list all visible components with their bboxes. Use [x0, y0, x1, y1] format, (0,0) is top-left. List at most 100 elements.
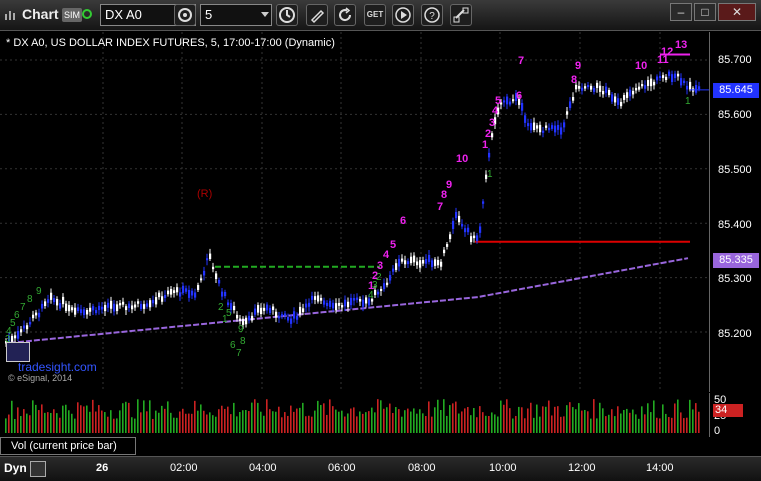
price-tick: 85.400 [718, 219, 752, 231]
price-tick: 85.700 [718, 54, 752, 66]
candle-body [680, 78, 683, 86]
candle-body [668, 71, 671, 76]
volume-bar [182, 408, 184, 433]
volume-bar [164, 408, 166, 433]
candle-body [569, 101, 572, 109]
chevron-down-icon[interactable] [261, 12, 269, 17]
zoom-icon[interactable] [30, 461, 46, 477]
clock-icon[interactable] [276, 4, 298, 26]
volume-bar [98, 405, 100, 433]
volume-bar [32, 400, 34, 433]
volume-bar [506, 399, 508, 433]
volume-bar [239, 411, 241, 433]
candle-body [149, 300, 152, 308]
candle-body [200, 278, 203, 281]
candle-body [224, 291, 227, 297]
candle-body [71, 307, 74, 311]
candle-body [443, 249, 446, 254]
volume-bar [323, 403, 325, 433]
count-label-green: 7 [236, 348, 242, 359]
refresh-icon[interactable] [334, 4, 356, 26]
volume-bar [527, 408, 529, 433]
volume-bar [134, 418, 136, 433]
candle-body [152, 299, 155, 304]
volume-bar [353, 407, 355, 433]
volume-bar [335, 409, 337, 433]
count-label-green: 8 [240, 336, 246, 347]
ma-price-label: 85.335 [713, 253, 759, 268]
volume-bar [89, 411, 91, 433]
volume-legend-label: Vol (current price bar) [11, 440, 117, 452]
volume-bar [431, 416, 433, 433]
candle-body [527, 123, 530, 127]
candle-body [20, 329, 23, 333]
volume-bar [329, 399, 331, 433]
price-chart[interactable]: 7 9810 11121365432110987654321987654321987… [0, 32, 709, 392]
dynamic-button[interactable]: Dyn [4, 461, 27, 475]
candle-body [467, 227, 470, 233]
play-icon[interactable] [392, 4, 414, 26]
volume-bar [695, 403, 697, 433]
candle-body [428, 254, 431, 262]
volume-bar [386, 407, 388, 433]
candle-body [254, 308, 257, 315]
candle-body [533, 122, 536, 131]
volume-bar [575, 409, 577, 433]
candle-body [593, 88, 596, 92]
volume-bar [155, 410, 157, 433]
candle-body [50, 292, 53, 300]
help-icon[interactable]: ? [421, 4, 443, 26]
candle-body [137, 301, 140, 304]
candle-body [611, 94, 614, 102]
interval-input[interactable]: 5 [200, 4, 272, 26]
candle-body [392, 268, 395, 272]
volume-bar [536, 404, 538, 433]
get-data-icon[interactable]: GET [364, 4, 386, 26]
volume-bar [161, 405, 163, 433]
candle-body [542, 130, 545, 133]
volume-bar [638, 418, 640, 433]
moving-average-line [9, 257, 689, 344]
minimize-button[interactable]: – [670, 3, 692, 21]
candle-body [83, 309, 86, 316]
candle-body [446, 244, 449, 247]
candle-body [56, 299, 59, 306]
candle-body [167, 290, 170, 295]
volume-bar [440, 410, 442, 433]
candle-body [581, 87, 584, 91]
volume-bar [629, 412, 631, 433]
volume-bar [50, 412, 52, 433]
volume-bar [500, 400, 502, 433]
volume-current-label: 34 [713, 404, 743, 417]
maximize-button[interactable]: □ [694, 3, 716, 21]
volume-bar [446, 415, 448, 433]
volume-bar [224, 408, 226, 433]
candle-body [665, 76, 668, 80]
candle-body [341, 305, 344, 308]
draw-tool-icon[interactable] [306, 4, 328, 26]
volume-bar [158, 412, 160, 433]
close-button[interactable]: ✕ [718, 3, 756, 21]
candle-body [113, 303, 116, 312]
volume-bar [401, 416, 403, 433]
volume-chart[interactable] [0, 393, 709, 437]
volume-bar [359, 411, 361, 433]
candle-body [695, 84, 698, 93]
candle-body [422, 260, 425, 264]
interval-settings-icon[interactable] [174, 4, 196, 26]
link-icon[interactable] [450, 4, 472, 26]
volume-bar [518, 406, 520, 433]
volume-bar [143, 400, 145, 433]
candle-body [293, 311, 296, 319]
volume-bar [662, 404, 664, 433]
volume-bar [110, 410, 112, 433]
count-label-green: 1 [487, 169, 493, 180]
candle-body [503, 100, 506, 103]
candle-body [158, 292, 161, 298]
candle-body [53, 298, 56, 303]
candle-body [161, 296, 164, 302]
volume-tick: 0 [714, 425, 721, 437]
price-axis[interactable]: 85.700 85.600 85.500 85.400 85.300 85.20… [709, 32, 761, 392]
volume-bar [137, 399, 139, 433]
candle-body [332, 302, 335, 309]
